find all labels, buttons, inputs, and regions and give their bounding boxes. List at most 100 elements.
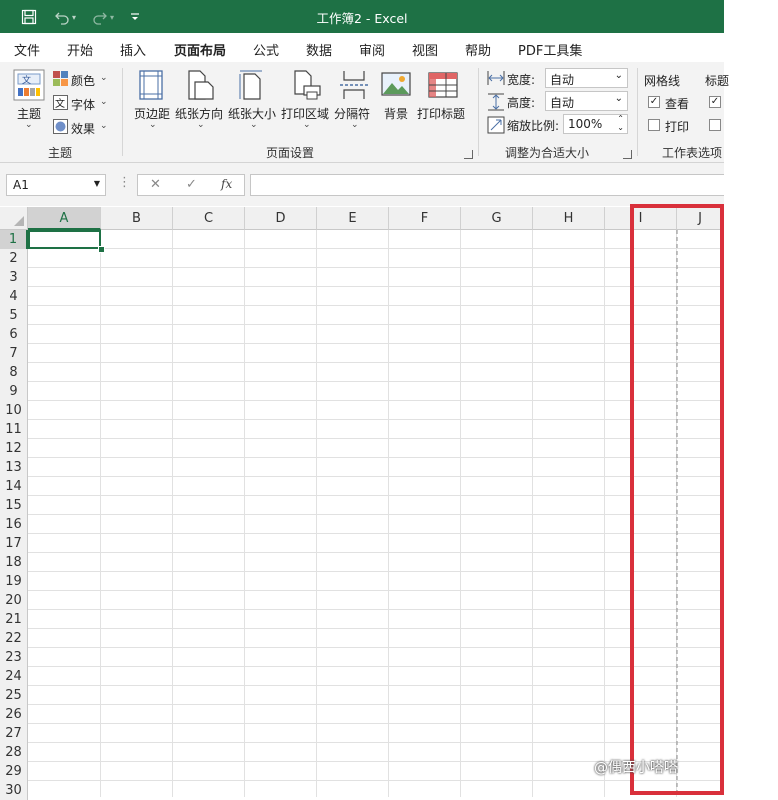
- gridlines-print-checkbox[interactable]: [648, 119, 660, 131]
- scale-launcher-icon[interactable]: [623, 150, 632, 159]
- row-header-11[interactable]: 11: [0, 420, 28, 439]
- column-header-f[interactable]: F: [389, 207, 461, 230]
- colors-icon[interactable]: [53, 71, 68, 89]
- print-area-icon[interactable]: [292, 70, 322, 103]
- breaks-icon[interactable]: [339, 70, 369, 103]
- row-header-10[interactable]: 10: [0, 401, 28, 420]
- fonts-icon[interactable]: 文: [53, 95, 68, 113]
- tab-review[interactable]: 审阅: [359, 40, 385, 59]
- cancel-icon[interactable]: ✕: [150, 177, 161, 192]
- column-header-a[interactable]: A: [28, 207, 101, 230]
- row-header-21[interactable]: 21: [0, 610, 28, 629]
- tab-formulas[interactable]: 公式: [253, 40, 279, 59]
- name-box[interactable]: A1 ▼: [6, 174, 106, 196]
- chevron-down-icon: ⌄: [100, 121, 108, 131]
- row-header-1[interactable]: 1: [0, 230, 28, 249]
- colors-label[interactable]: 颜色: [71, 72, 95, 89]
- spinner-arrows-icon[interactable]: ⌃ ⌄: [617, 114, 624, 132]
- background-label[interactable]: 背景: [384, 105, 408, 122]
- print-titles-icon[interactable]: [428, 70, 458, 103]
- column-header-b[interactable]: B: [101, 207, 173, 230]
- fill-handle[interactable]: [98, 246, 105, 253]
- worksheet: ABCDEFGHIJ 1 2 3 4 5 6 7 8 9 10 11 12 13 14 15 16 17 18 19…: [0, 207, 724, 800]
- row-header-8[interactable]: 8: [0, 363, 28, 382]
- column-header-g[interactable]: G: [461, 207, 533, 230]
- height-icon: [487, 93, 505, 114]
- ribbon: 文 主题 ⌄ 颜色 ⌄ 文 字体 ⌄ 效果 ⌄ 主题 页边距 ⌄ 纸张方向 ⌄ …: [0, 62, 729, 163]
- active-cell-a1[interactable]: [28, 230, 101, 249]
- row-header-23[interactable]: 23: [0, 648, 28, 667]
- row-header-13[interactable]: 13: [0, 458, 28, 477]
- row-header-5[interactable]: 5: [0, 306, 28, 325]
- row-header-6[interactable]: 6: [0, 325, 28, 344]
- scale-spinner[interactable]: 100% ⌃ ⌄: [563, 114, 628, 134]
- row-header-18[interactable]: 18: [0, 553, 28, 572]
- headings-view-checkbox[interactable]: ✓: [709, 96, 721, 108]
- size-icon[interactable]: [238, 70, 264, 103]
- row-header-28[interactable]: 28: [0, 743, 28, 762]
- width-select[interactable]: 自动 ⌄: [545, 68, 628, 88]
- fonts-label[interactable]: 字体: [71, 96, 95, 113]
- tab-page-layout[interactable]: 页面布局: [174, 40, 227, 65]
- row-header-20[interactable]: 20: [0, 591, 28, 610]
- cell-grid[interactable]: [0, 207, 724, 797]
- more-options-icon[interactable]: ⋮: [118, 175, 131, 190]
- gridlines-view-label: 查看: [665, 97, 690, 111]
- group-separator: [637, 68, 638, 156]
- tab-help[interactable]: 帮助: [465, 40, 491, 59]
- row-header-3[interactable]: 3: [0, 268, 28, 287]
- row-header-26[interactable]: 26: [0, 705, 28, 724]
- insert-function-icon[interactable]: fx: [221, 177, 232, 191]
- height-select[interactable]: 自动 ⌄: [545, 91, 628, 111]
- tab-view[interactable]: 视图: [412, 40, 438, 59]
- row-header-12[interactable]: 12: [0, 439, 28, 458]
- chevron-down-icon: ⌄: [351, 120, 359, 130]
- tab-data[interactable]: 数据: [306, 40, 332, 59]
- column-header-c[interactable]: C: [173, 207, 245, 230]
- title-bar: ▾ ▾ 工作簿2 - Excel: [0, 0, 724, 33]
- page-setup-launcher-icon[interactable]: [464, 150, 473, 159]
- group-separator: [478, 68, 479, 156]
- gridlines-view-checkbox[interactable]: ✓: [648, 96, 660, 108]
- row-header-15[interactable]: 15: [0, 496, 28, 515]
- column-header-d[interactable]: D: [245, 207, 317, 230]
- background-icon[interactable]: [381, 70, 411, 103]
- formula-input[interactable]: [250, 174, 724, 196]
- chevron-down-icon: ⌄: [197, 120, 205, 130]
- row-header-22[interactable]: 22: [0, 629, 28, 648]
- enter-icon[interactable]: ✓: [186, 177, 197, 192]
- tab-file[interactable]: 文件: [14, 40, 40, 59]
- row-header-24[interactable]: 24: [0, 667, 28, 686]
- height-label: 高度:: [507, 96, 536, 110]
- row-header-27[interactable]: 27: [0, 724, 28, 743]
- row-header-25[interactable]: 25: [0, 686, 28, 705]
- row-header-2[interactable]: 2: [0, 249, 28, 268]
- row-header-16[interactable]: 16: [0, 515, 28, 534]
- row-header-14[interactable]: 14: [0, 477, 28, 496]
- row-header-29[interactable]: 29: [0, 762, 28, 781]
- tab-insert[interactable]: 插入: [120, 40, 146, 59]
- tab-pdf-tools[interactable]: PDF工具集: [518, 40, 582, 59]
- svg-text:文: 文: [22, 74, 31, 86]
- chevron-down-icon: ⌄: [100, 73, 108, 83]
- orientation-icon[interactable]: [186, 70, 214, 103]
- chevron-down-icon: ▼: [93, 179, 100, 188]
- headings-print-checkbox[interactable]: [709, 119, 721, 131]
- row-header-4[interactable]: 4: [0, 287, 28, 306]
- margins-icon[interactable]: [138, 70, 164, 103]
- group-separator: [122, 68, 123, 156]
- themes-icon[interactable]: 文: [13, 69, 45, 104]
- print-titles-label[interactable]: 打印标题: [417, 105, 465, 122]
- row-header-19[interactable]: 19: [0, 572, 28, 591]
- select-all-corner[interactable]: [0, 207, 28, 230]
- row-header-9[interactable]: 9: [0, 382, 28, 401]
- column-header-h[interactable]: H: [533, 207, 605, 230]
- effects-icon[interactable]: [53, 119, 68, 137]
- tab-home[interactable]: 开始: [67, 40, 93, 59]
- row-header-7[interactable]: 7: [0, 344, 28, 363]
- row-header-30[interactable]: 30: [0, 781, 28, 800]
- effects-label[interactable]: 效果: [71, 120, 95, 137]
- group-label-themes: 主题: [48, 146, 73, 160]
- column-header-e[interactable]: E: [317, 207, 389, 230]
- row-header-17[interactable]: 17: [0, 534, 28, 553]
